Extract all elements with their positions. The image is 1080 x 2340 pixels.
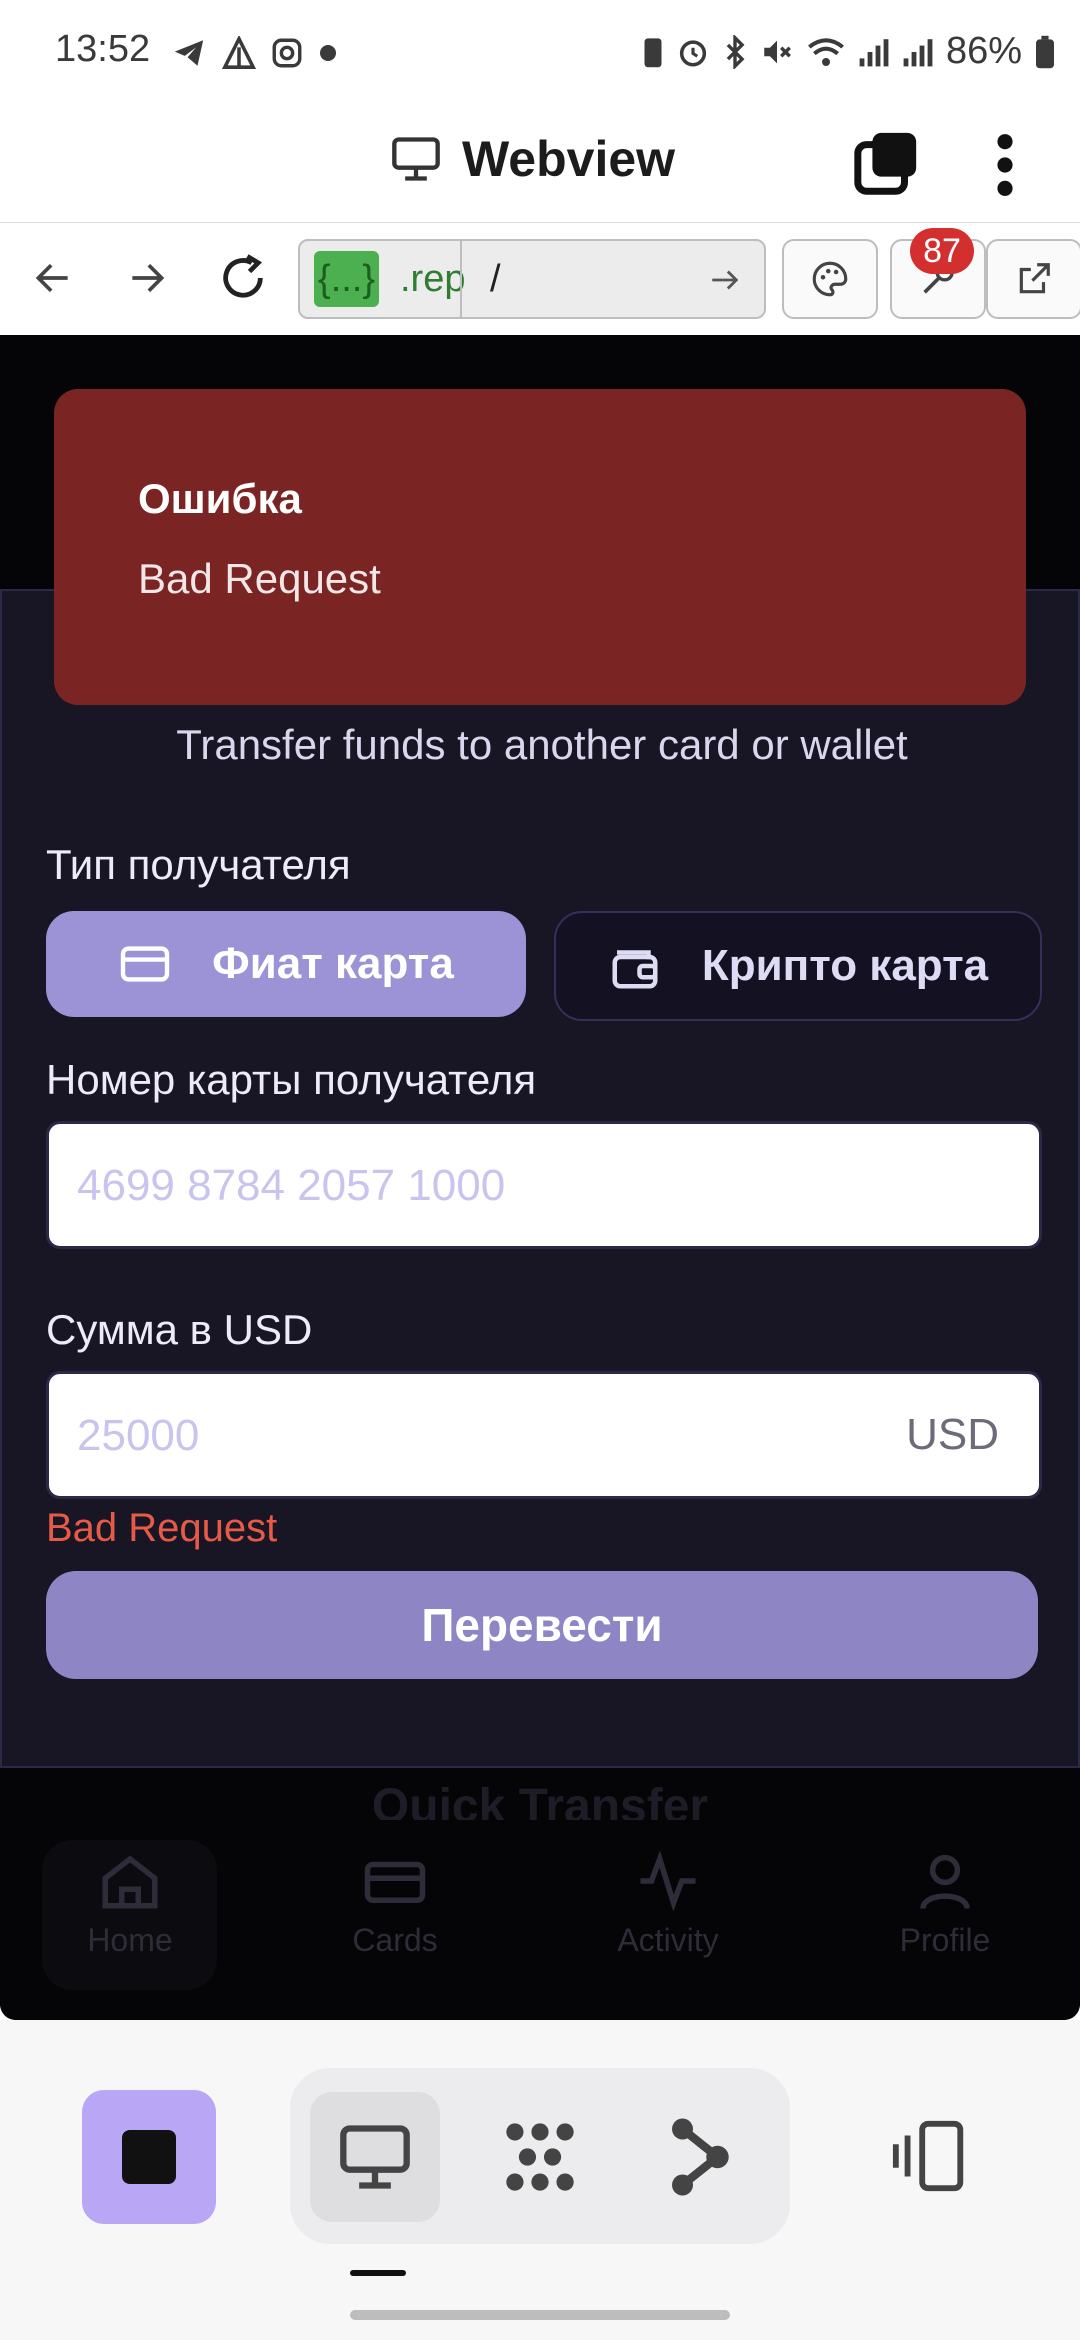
url-badge: {...} <box>314 251 380 307</box>
nav-profile[interactable]: Profile <box>845 1850 1045 1959</box>
status-bar: 13:52 86% <box>0 0 1080 110</box>
bottom-toolbar <box>0 2020 1080 2340</box>
tabs-button[interactable] <box>852 130 922 205</box>
webview: Quick Transfer Home Cards Activity Profi… <box>0 335 1080 2020</box>
card-icon <box>364 1861 426 1903</box>
notification-badge: 87 <box>910 228 974 274</box>
wifi-icon <box>808 37 844 66</box>
url-path: / <box>490 258 501 300</box>
more-vertical-icon <box>997 134 1013 196</box>
nav-home-label: Home <box>87 1922 173 1958</box>
monitor-icon <box>340 2125 410 2189</box>
submit-transfer-button[interactable]: Перевести <box>46 1571 1038 1679</box>
status-left-icons <box>170 36 338 70</box>
card-number-label: Номер карты получателя <box>46 1056 537 1103</box>
app-title: Webview <box>390 130 675 188</box>
forward-button[interactable] <box>112 243 182 313</box>
theme-button[interactable] <box>782 239 878 319</box>
card-number-field[interactable] <box>46 1121 1042 1249</box>
crypto-card-label: Крипто карта <box>701 941 989 990</box>
arrow-right-icon <box>132 263 165 293</box>
amount-field[interactable]: USD <box>46 1371 1042 1499</box>
device-side-icon <box>892 2120 964 2192</box>
back-button[interactable] <box>18 243 88 313</box>
stop-icon <box>122 2130 176 2184</box>
home-indicator[interactable] <box>350 2310 730 2320</box>
amount-label: Сумма в USD <box>46 1306 313 1353</box>
error-toast: Ошибка Bad Request <box>54 389 1026 705</box>
monitor-icon <box>392 137 440 181</box>
tabs-icon <box>854 132 917 195</box>
battery-icon <box>1036 35 1054 68</box>
stop-button[interactable] <box>82 2090 216 2224</box>
webview-mode-button[interactable] <box>310 2092 440 2222</box>
status-right-icons: 86% <box>642 30 1056 73</box>
nav-cards[interactable]: Cards <box>295 1850 495 1959</box>
page-bottom-nav: Home Cards Activity Profile <box>0 1820 1080 2020</box>
nav-profile-label: Profile <box>899 1922 991 1958</box>
form-error-text: Bad Request <box>46 1506 278 1550</box>
home-icon <box>102 1855 158 1909</box>
app-header: Webview <box>0 110 1080 220</box>
nav-activity-label: Activity <box>617 1922 719 1958</box>
modal-subtitle: Transfer funds to another card or wallet <box>176 721 908 768</box>
nav-home[interactable]: Home <box>30 1850 230 1959</box>
mute-icon <box>764 40 791 63</box>
fiat-card-label: Фиат карта <box>212 939 454 988</box>
transfer-modal: Transfer funds to another card or wallet… <box>0 589 1080 1768</box>
grid-mode-button[interactable] <box>475 2092 605 2222</box>
nav-activity[interactable]: Activity <box>568 1850 768 1959</box>
go-arrow-icon[interactable] <box>708 263 742 297</box>
share-nodes-icon <box>672 2118 729 2196</box>
card-number-input[interactable] <box>75 1124 939 1248</box>
reload-icon <box>223 254 263 298</box>
activity-icon <box>640 1850 696 1912</box>
signal-icon <box>859 38 889 66</box>
credit-card-icon <box>120 946 170 982</box>
status-time: 13:52 <box>55 28 151 70</box>
error-message: Bad Request <box>138 555 381 602</box>
signal-icon-2 <box>903 38 933 66</box>
profile-icon <box>920 1854 970 1910</box>
dot-icon <box>320 45 336 61</box>
error-title: Ошибка <box>138 475 302 522</box>
open-external-button[interactable] <box>986 239 1080 319</box>
battery-percent: 86% <box>945 30 1022 72</box>
instagram-icon <box>272 38 302 68</box>
app-title-text: Webview <box>462 131 676 187</box>
url-host: .rep <box>400 258 466 300</box>
external-link-icon <box>1019 263 1050 294</box>
url-field[interactable]: {...} .rep / <box>298 239 766 319</box>
flow-mode-button[interactable] <box>635 2092 765 2222</box>
device-rotate-button[interactable] <box>890 2120 972 2197</box>
reload-button[interactable] <box>208 243 278 313</box>
menu-button[interactable] <box>990 130 1020 205</box>
amount-input[interactable] <box>75 1374 939 1498</box>
crypto-card-button[interactable]: Крипто карта <box>554 911 1042 1021</box>
battery-saver-icon <box>644 37 662 67</box>
nav-cards-label: Cards <box>352 1922 438 1958</box>
view-mode-switcher <box>290 2068 790 2244</box>
tent-icon <box>222 36 256 69</box>
bluetooth-icon <box>726 34 745 69</box>
url-divider <box>460 241 462 317</box>
palette-icon <box>812 261 848 297</box>
telegram-icon <box>174 40 204 66</box>
gesture-indicator <box>350 2270 406 2276</box>
arrow-left-icon <box>35 263 68 293</box>
fiat-card-button[interactable]: Фиат карта <box>46 911 526 1017</box>
amount-currency-suffix: USD <box>906 1410 999 1459</box>
wallet-icon <box>612 950 658 989</box>
alarm-icon <box>679 39 707 67</box>
dots-grid-icon <box>506 2123 574 2191</box>
recipient-type-label: Тип получателя <box>46 841 351 888</box>
